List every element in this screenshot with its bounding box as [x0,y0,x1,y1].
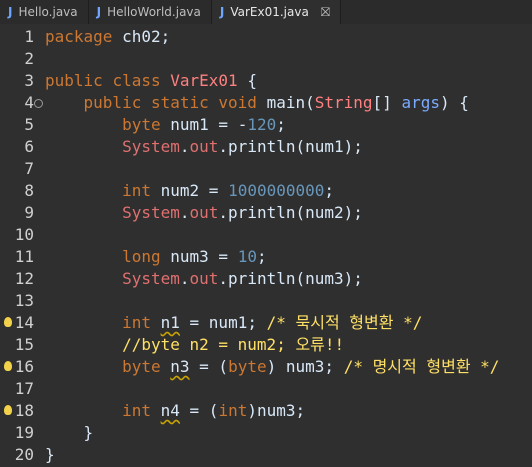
line-number: 10 [14,225,34,244]
line-number: 6 [24,137,34,156]
code-line[interactable]: 13 [0,290,532,312]
code-text: int n1 = num1; /* 묵시적 형변환 */ [122,313,423,332]
code-line[interactable]: 11 long num3 = 10; [0,246,532,268]
code-line[interactable]: 1 package ch02; [0,26,532,48]
code-text: System.out.println(num2); [122,203,363,222]
line-number: 3 [24,71,34,90]
code-line[interactable]: 14 int n1 = num1; /* 묵시적 형변환 */ [0,312,532,334]
tab-helloworld-java[interactable]: J HelloWorld.java [89,0,212,24]
line-number: 1 [24,27,34,46]
tab-label: VarEx01.java [230,5,309,19]
warning-lightbulb-icon[interactable] [4,361,12,371]
code-line[interactable]: 18 int n4 = (int)num3; [0,400,532,422]
code-text: byte n3 = (byte) num3; /* 명시적 형변환 */ [122,357,500,376]
code-text: int num2 = 1000000000; [122,181,335,200]
code-line[interactable]: 19 } [0,422,532,444]
java-file-icon: J [219,5,225,19]
code-text: long num3 = 10; [122,247,267,266]
code-text: public static void main(String[] args) { [83,93,469,112]
line-number: 5 [24,115,34,134]
code-line[interactable]: 5 byte num1 = -120; [0,114,532,136]
code-line[interactable]: 15 //byte n2 = num2; 오류!! [0,334,532,356]
tab-label: Hello.java [18,5,78,19]
line-number: 15 [14,335,34,354]
code-text: } [83,423,94,442]
line-number: 19 [14,423,34,442]
code-line[interactable]: 10 [0,224,532,246]
code-line[interactable]: 16 byte n3 = (byte) num3; /* 명시적 형변환 */ [0,356,532,378]
tab-varex01-java[interactable]: J VarEx01.java ⛝ [211,0,341,24]
tab-hello-java[interactable]: J Hello.java [0,0,89,24]
code-text: } [45,445,55,464]
code-line[interactable]: 4 public static void main(String[] args)… [0,92,532,114]
code-line[interactable]: 8 int num2 = 1000000000; [0,180,532,202]
java-file-icon: J [96,5,102,19]
code-line[interactable]: 17 [0,378,532,400]
java-file-icon: J [8,5,13,19]
line-number: 7 [24,159,34,178]
line-number: 2 [24,49,34,68]
code-line[interactable]: 3 public class VarEx01 { [0,70,532,92]
line-number: 4 [24,93,34,112]
code-text: System.out.println(num3); [122,269,363,288]
tab-label: HelloWorld.java [107,5,201,19]
code-line[interactable]: 12 System.out.println(num3); [0,268,532,290]
line-number: 11 [14,247,34,266]
code-editor[interactable]: 1 package ch02; 2 3 public class VarEx01 { 4 … [0,24,532,467]
code-line[interactable]: 9 System.out.println(num2); [0,202,532,224]
warning-lightbulb-icon[interactable] [4,317,12,327]
close-tab-icon[interactable]: ⛝ [321,5,330,20]
fold-toggle-icon[interactable] [34,99,43,108]
line-number: 17 [14,379,34,398]
line-number: 9 [24,203,34,222]
code-text: System.out.println(num1); [122,137,363,156]
line-number: 8 [24,181,34,200]
line-number: 20 [14,445,34,464]
line-number: 13 [14,291,34,310]
code-line[interactable]: 2 [0,48,532,70]
line-number: 12 [14,269,34,288]
code-text: package ch02; [45,27,171,46]
warning-lightbulb-icon[interactable] [4,405,12,415]
code-line[interactable]: 7 [0,158,532,180]
code-text: int n4 = (int)num3; [122,401,306,420]
code-text: byte num1 = -120; [122,115,286,134]
editor-tab-bar: J Hello.java J HelloWorld.java J VarEx01… [0,0,532,25]
code-text: public class VarEx01 { [45,71,257,90]
code-line[interactable]: 20} [0,444,532,466]
code-line[interactable]: 6 System.out.println(num1); [0,136,532,158]
code-text: //byte n2 = num2; 오류!! [122,335,345,354]
